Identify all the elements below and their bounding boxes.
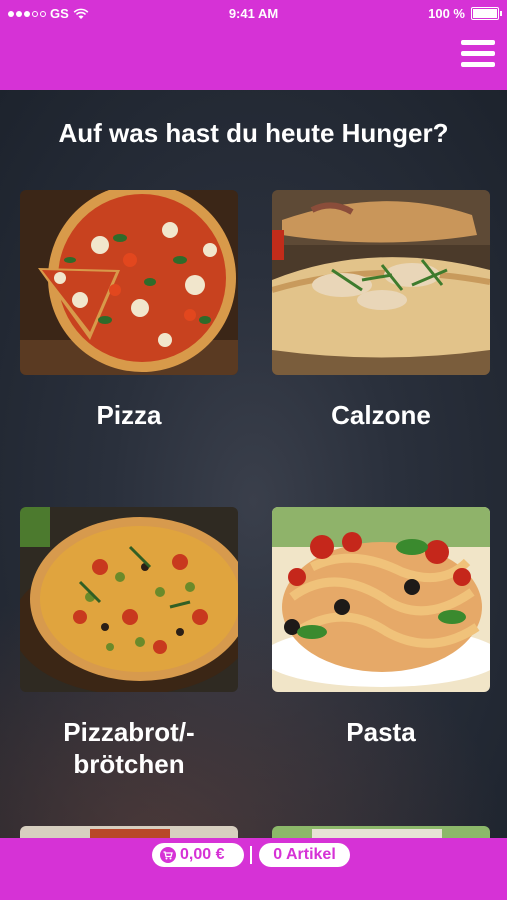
category-card-pasta[interactable]: Pasta: [272, 507, 490, 748]
battery-icon: [471, 7, 502, 20]
category-card-peek[interactable]: [20, 826, 238, 838]
cart-item-count: 0 Artikel: [273, 846, 336, 863]
category-grid[interactable]: Auf was hast du heute Hunger? Pizza Calz…: [0, 90, 507, 838]
battery-percent: 100 %: [428, 6, 465, 21]
nav-bar: [0, 26, 507, 90]
page-title: Auf was hast du heute Hunger?: [58, 118, 449, 148]
category-label: Pizzabrot/- brötchen: [63, 717, 195, 779]
category-card-pizzabrot[interactable]: Pizzabrot/- brötchen: [20, 507, 238, 780]
cart-icon: [160, 847, 176, 863]
pizza-image: [20, 190, 238, 375]
category-card-peek[interactable]: [272, 826, 490, 838]
divider: [250, 846, 252, 864]
cart-total-button[interactable]: 0,00 €: [152, 843, 244, 867]
pasta-image: [272, 507, 490, 692]
cart-bar: 0,00 € 0 Artikel: [0, 838, 507, 900]
battery-area: 100 %: [428, 6, 502, 21]
calzone-image: [272, 190, 490, 375]
category-label: Pasta: [346, 717, 416, 747]
category-label: Calzone: [331, 400, 431, 430]
hamburger-menu-icon[interactable]: [461, 40, 495, 72]
cart-items-button[interactable]: 0 Artikel: [259, 843, 350, 867]
pizzabrot-image: [20, 507, 238, 692]
category-card-pizza[interactable]: Pizza: [20, 190, 238, 431]
category-card-calzone[interactable]: Calzone: [272, 190, 490, 431]
cart-total: 0,00 €: [180, 846, 225, 863]
category-label: Pizza: [96, 400, 162, 430]
status-bar: GS 9:41 AM 100 %: [0, 0, 507, 26]
